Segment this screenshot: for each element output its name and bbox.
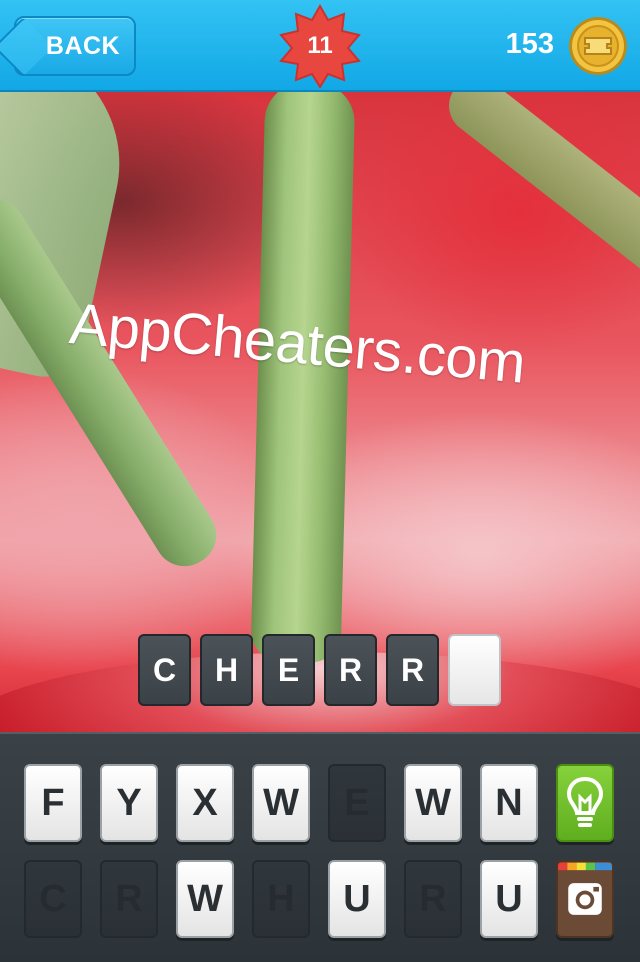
instagram-icon [558,862,612,936]
letter-key[interactable]: Y [100,764,158,842]
coin-count: 153 [505,28,554,60]
answer-slot-empty[interactable] [448,634,501,706]
top-bar: BACK 11 153 [0,0,640,92]
cherry-stem-left [0,188,228,578]
letter-key[interactable]: X [176,764,234,842]
letter-key[interactable]: U [480,860,538,938]
hint-button[interactable] [556,764,614,842]
cherry-stem-right [437,92,640,314]
answer-slot[interactable]: E [262,634,315,706]
letter-key-used: E [328,764,386,842]
letter-keyboard: F Y X W E W N C R W H U R U [0,732,640,962]
back-button[interactable]: BACK [0,16,136,77]
letter-key[interactable]: F [24,764,82,842]
letter-key-used: C [24,860,82,938]
level-badge: 11 [276,4,364,88]
letter-key[interactable]: W [252,764,310,842]
answer-slots: C H E R R [138,634,501,706]
back-arrow-icon [0,17,53,77]
letter-key-used: R [404,860,462,938]
letter-key[interactable]: W [176,860,234,938]
letter-key-used: H [252,860,310,938]
coin-shop-icon[interactable] [568,16,628,76]
share-instagram-button[interactable] [556,860,614,938]
back-button-label: BACK [45,31,121,60]
letter-key[interactable]: W [404,764,462,842]
letter-key-used: R [100,860,158,938]
level-number: 11 [307,32,333,59]
letter-key[interactable]: U [328,860,386,938]
letter-key[interactable]: N [480,764,538,842]
answer-slot[interactable]: R [386,634,439,706]
answer-slot[interactable]: C [138,634,191,706]
lightbulb-icon [566,776,604,827]
answer-slot[interactable]: R [324,634,377,706]
answer-slot[interactable]: H [200,634,253,706]
